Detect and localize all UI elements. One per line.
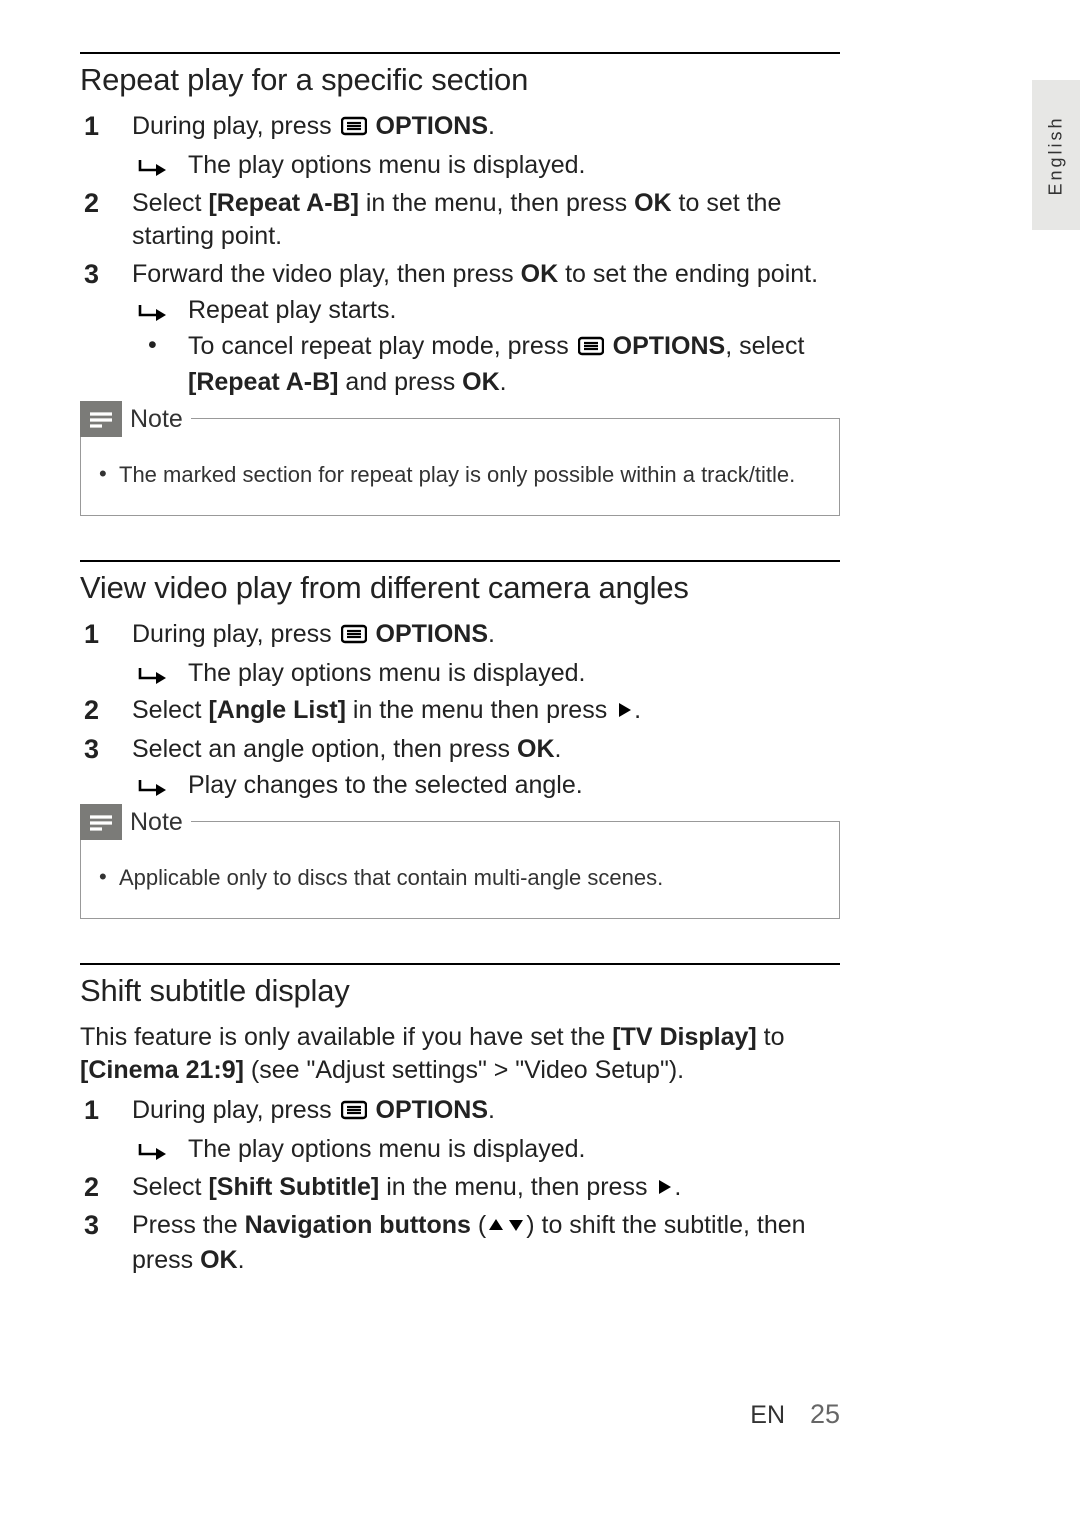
step-bullet: To cancel repeat play mode, press OPTION… xyxy=(132,330,840,401)
down-arrow-icon xyxy=(507,1210,525,1244)
language-tab-label: English xyxy=(1046,115,1067,195)
note-tab: Note xyxy=(80,401,191,437)
section-divider xyxy=(80,52,840,54)
steps-list: During play, press OPTIONS. The play opt… xyxy=(80,618,840,803)
language-tab: English xyxy=(1032,80,1080,230)
result-arrow-icon xyxy=(136,662,168,696)
footer-page-number: 25 xyxy=(810,1399,840,1429)
section-intro: This feature is only available if you ha… xyxy=(80,1021,840,1089)
note-label: Note xyxy=(130,401,183,437)
options-icon xyxy=(341,621,367,655)
step-item: Select [Shift Subtitle] in the menu, the… xyxy=(80,1171,840,1206)
result-arrow-icon xyxy=(136,1138,168,1172)
section-divider xyxy=(80,963,840,965)
step-item: During play, press OPTIONS. The play opt… xyxy=(80,110,840,183)
page-content: Repeat play for a specific section Durin… xyxy=(80,52,840,1322)
step-item: Press the Navigation buttons () to shift… xyxy=(80,1209,840,1278)
step-item: During play, press OPTIONS. The play opt… xyxy=(80,1094,840,1167)
step-result: Repeat play starts. xyxy=(132,294,840,328)
options-icon xyxy=(341,113,367,147)
step-item: Select [Repeat A-B] in the menu, then pr… xyxy=(80,187,840,255)
section-title: View video play from different camera an… xyxy=(80,570,840,606)
result-arrow-icon xyxy=(136,299,168,333)
step-item: Forward the video play, then press OK to… xyxy=(80,258,840,400)
section-repeat: Repeat play for a specific section Durin… xyxy=(80,52,840,516)
section-angle: View video play from different camera an… xyxy=(80,560,840,919)
options-icon xyxy=(578,333,604,367)
step-result: The play options menu is displayed. xyxy=(132,1133,840,1167)
section-title: Repeat play for a specific section xyxy=(80,62,840,98)
note-icon xyxy=(80,804,122,840)
note-box: Note Applicable only to discs that conta… xyxy=(80,821,840,919)
up-arrow-icon xyxy=(487,1210,505,1244)
options-icon xyxy=(341,1097,367,1131)
footer-lang: EN xyxy=(750,1401,785,1429)
note-box: Note The marked section for repeat play … xyxy=(80,418,840,516)
note-label: Note xyxy=(130,804,183,840)
step-item: Select [Angle List] in the menu then pre… xyxy=(80,694,840,729)
result-arrow-icon xyxy=(136,154,168,188)
note-item: The marked section for repeat play is on… xyxy=(97,459,823,491)
steps-list: During play, press OPTIONS. The play opt… xyxy=(80,110,840,400)
step-result: The play options menu is displayed. xyxy=(132,149,840,183)
right-arrow-icon xyxy=(655,1172,673,1206)
note-item: Applicable only to discs that contain mu… xyxy=(97,862,823,894)
note-icon xyxy=(80,401,122,437)
section-shift-subtitle: Shift subtitle display This feature is o… xyxy=(80,963,840,1278)
section-divider xyxy=(80,560,840,562)
step-result: Play changes to the selected angle. xyxy=(132,769,840,803)
right-arrow-icon xyxy=(615,695,633,729)
step-item: Select an angle option, then press OK. P… xyxy=(80,733,840,803)
steps-list: During play, press OPTIONS. The play opt… xyxy=(80,1094,840,1278)
note-tab: Note xyxy=(80,804,191,840)
step-item: During play, press OPTIONS. The play opt… xyxy=(80,618,840,691)
section-title: Shift subtitle display xyxy=(80,973,840,1009)
step-result: The play options menu is displayed. xyxy=(132,657,840,691)
page-footer: EN 25 xyxy=(80,1399,840,1430)
